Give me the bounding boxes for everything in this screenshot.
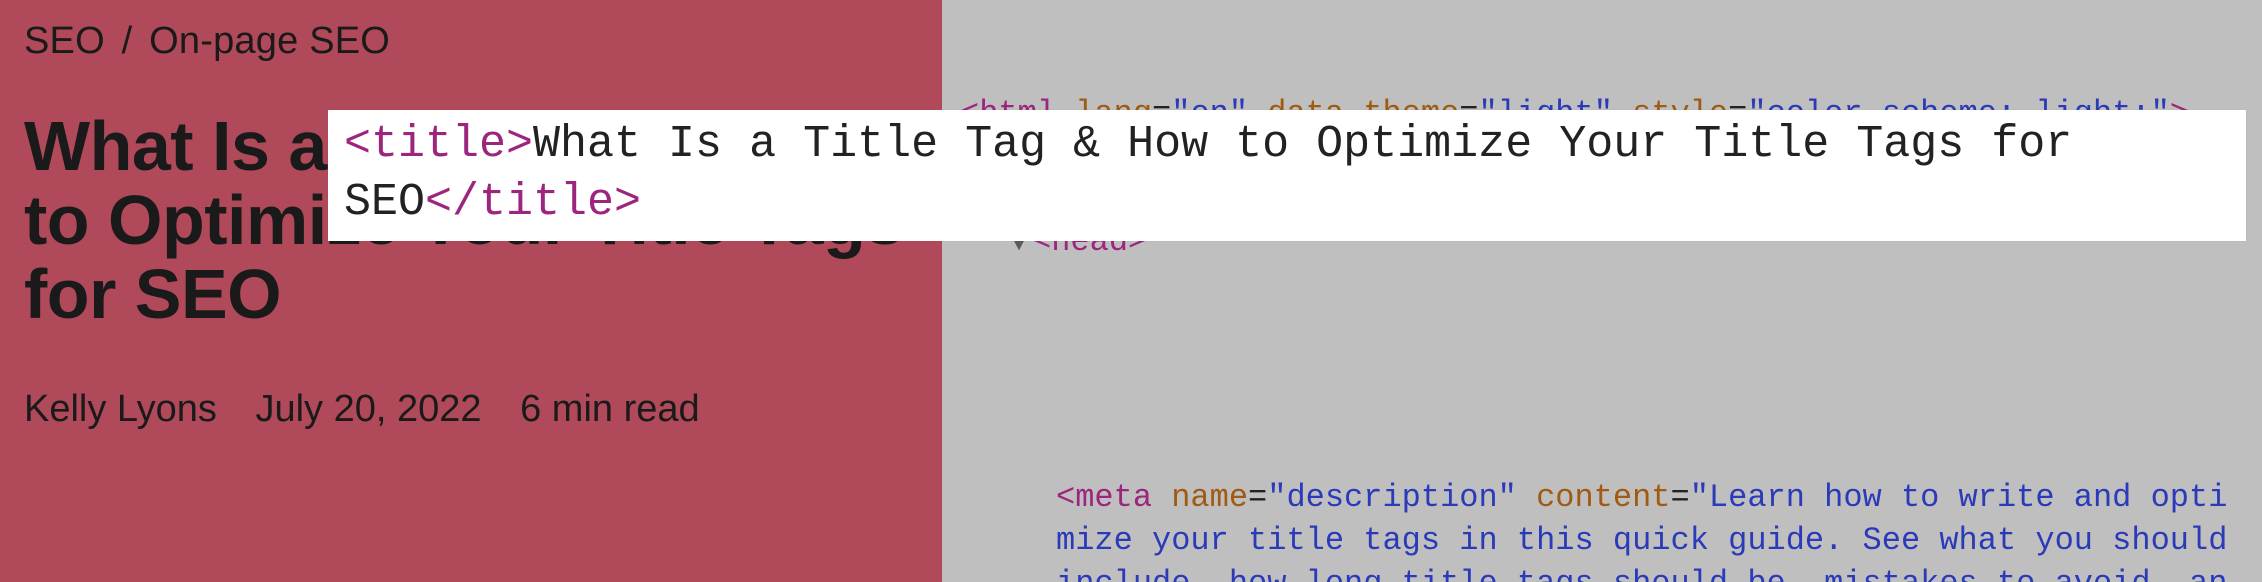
- code-line-meta[interactable]: <meta name="description" content="Learn …: [960, 477, 2244, 582]
- read-time: 6 min read: [520, 388, 700, 430]
- title-tag-open: <title>: [344, 119, 533, 170]
- devtools-source-pane: <html lang="en" data-theme="light" style…: [942, 0, 2262, 582]
- breadcrumb: SEO / On-page SEO: [24, 20, 918, 63]
- title-tag-close: </title>: [425, 177, 641, 228]
- code-line-gap: [960, 348, 2244, 392]
- title-tag-callout: <title>What Is a Title Tag & How to Opti…: [328, 110, 2246, 241]
- breadcrumb-leaf[interactable]: On-page SEO: [149, 20, 390, 62]
- article-header-pane: SEO / On-page SEO What Is a Title Tag & …: [0, 0, 942, 582]
- publish-date: July 20, 2022: [255, 388, 481, 430]
- article-meta: Kelly Lyons July 20, 2022 6 min read: [24, 388, 918, 431]
- breadcrumb-separator: /: [122, 20, 133, 62]
- breadcrumb-root[interactable]: SEO: [24, 20, 105, 62]
- page-root: SEO / On-page SEO What Is a Title Tag & …: [0, 0, 2262, 582]
- author-name[interactable]: Kelly Lyons: [24, 388, 217, 430]
